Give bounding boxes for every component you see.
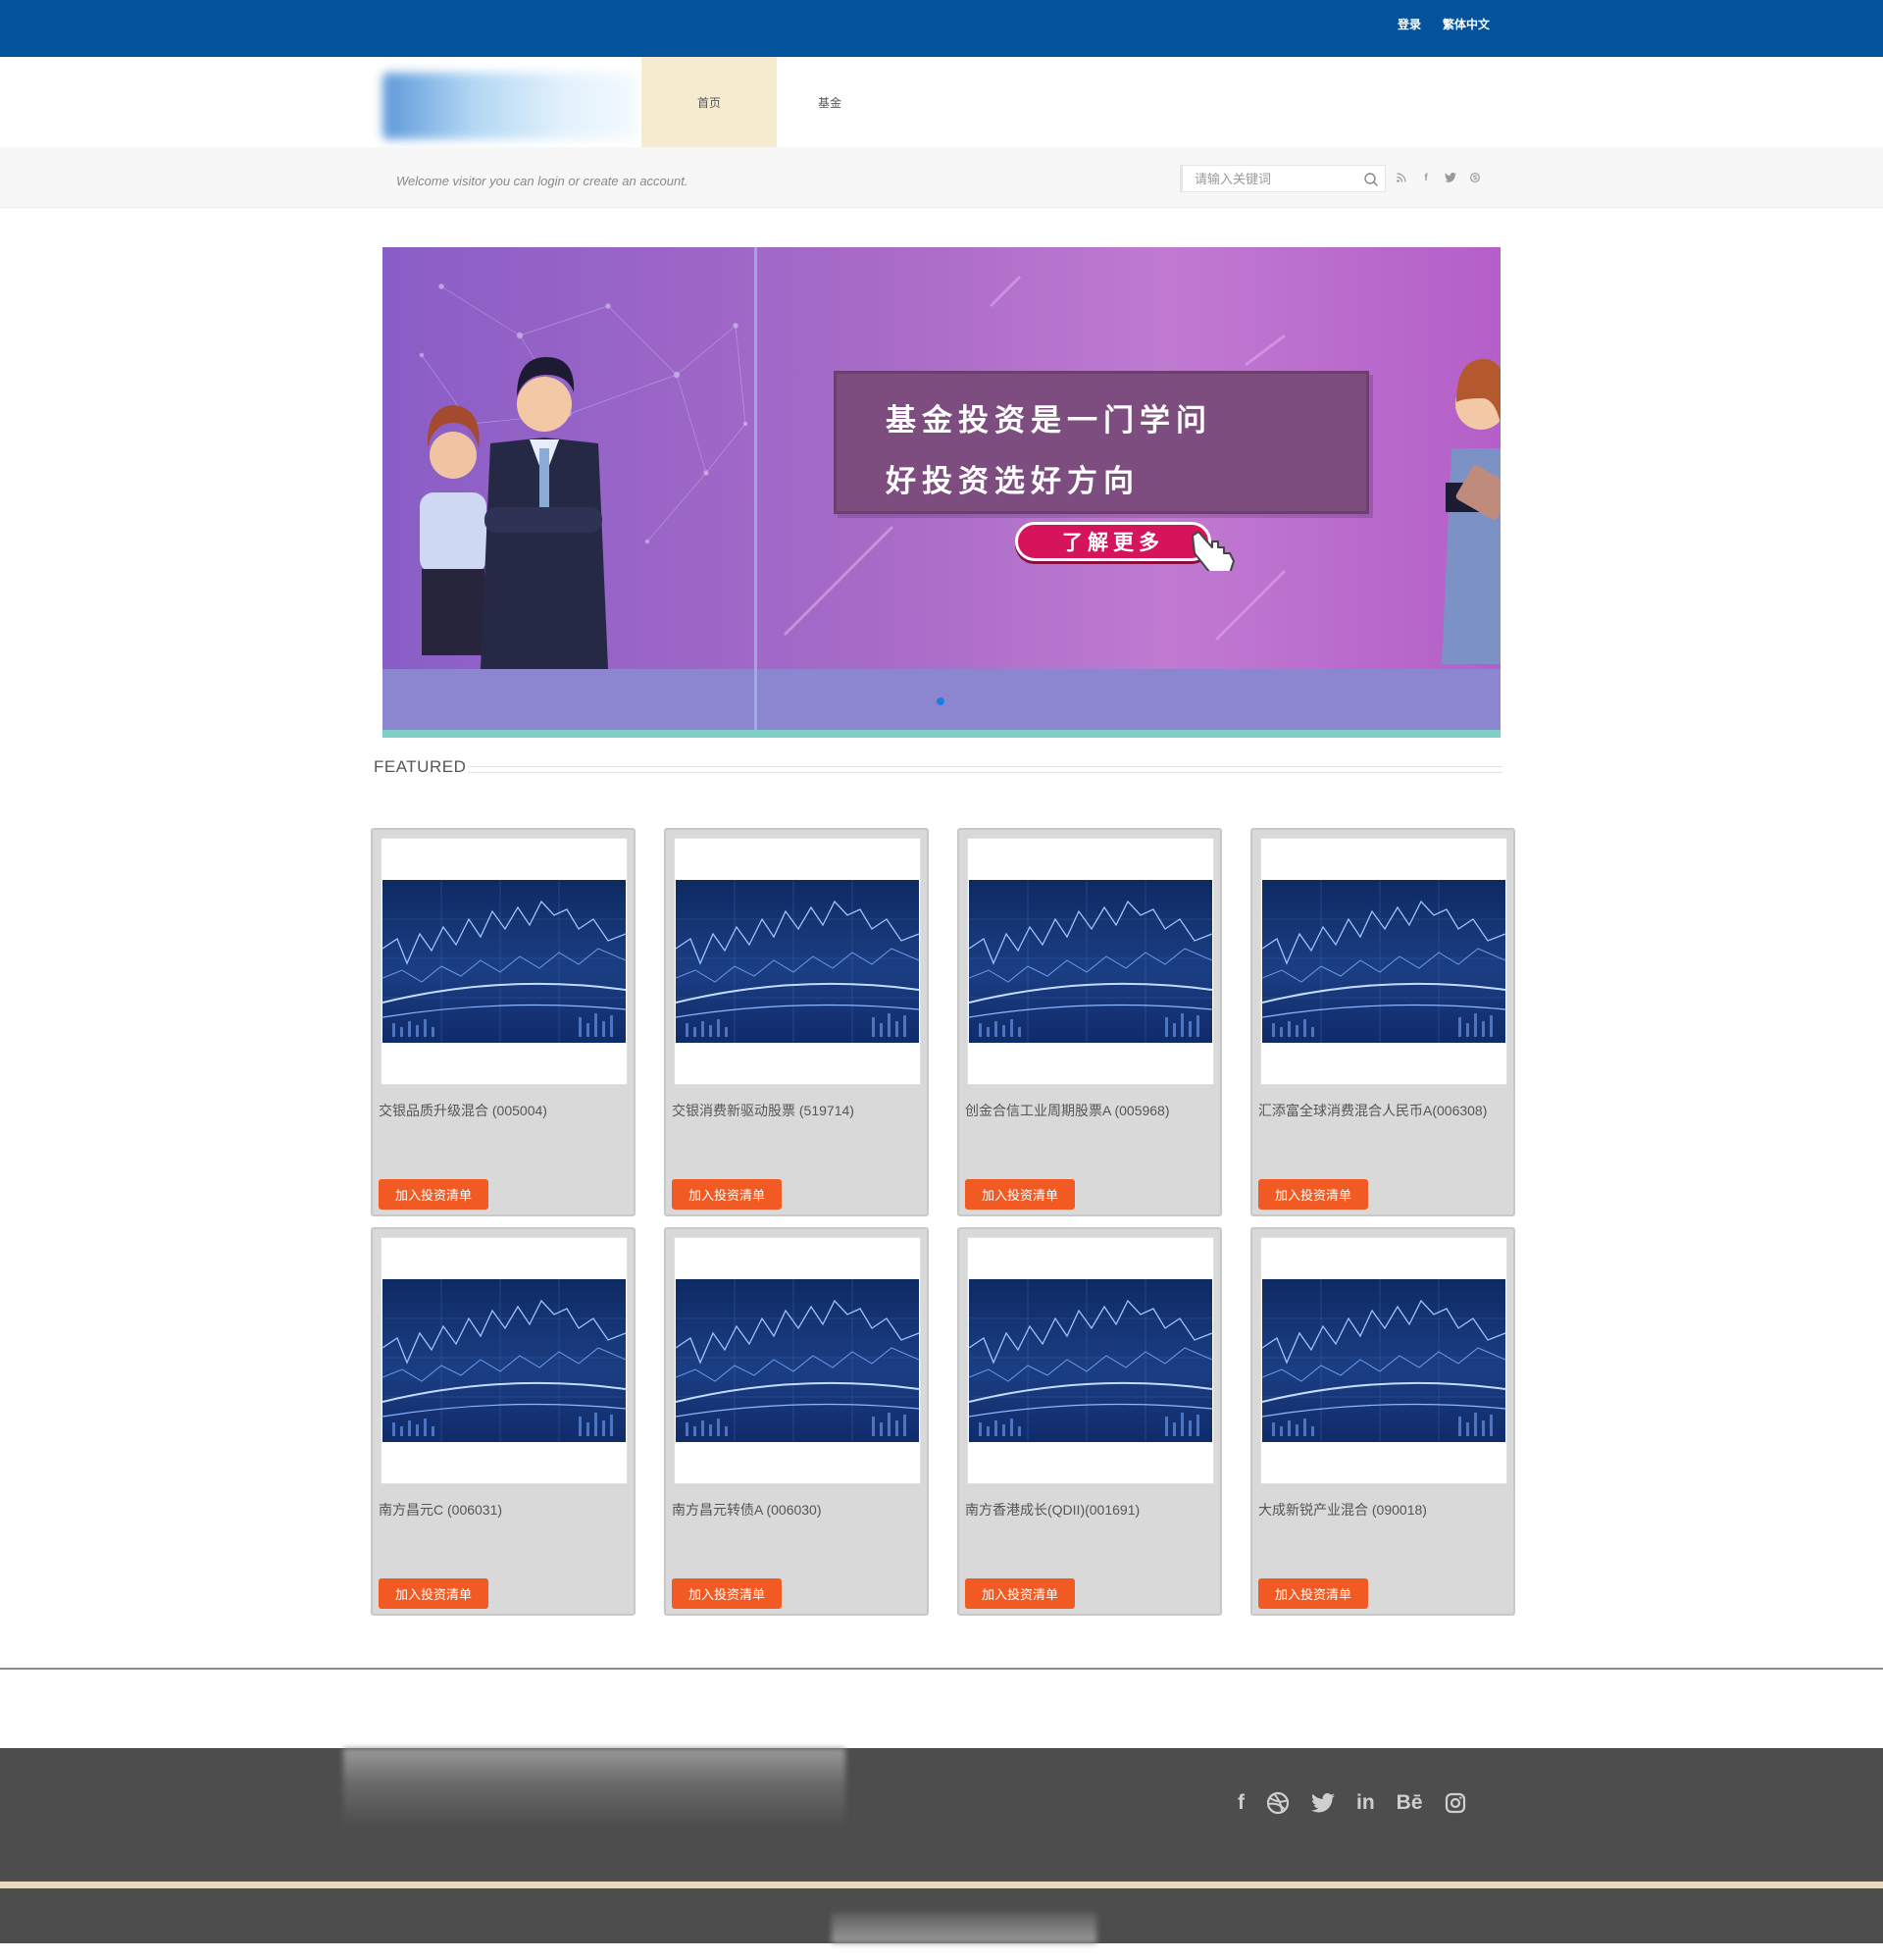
- product-name[interactable]: 南方昌元转债A (006030): [672, 1500, 923, 1520]
- content-divider: [0, 1668, 1883, 1670]
- top-links: 登录 繁体中文: [1398, 16, 1490, 32]
- product-name[interactable]: 大成新锐产业混合 (090018): [1258, 1500, 1509, 1520]
- banner-subheadline: 好投资选好方向: [886, 464, 1140, 499]
- product-name[interactable]: 交银消费新驱动股票 (519714): [672, 1101, 923, 1120]
- add-to-list-button[interactable]: 加入投资清单: [379, 1179, 488, 1210]
- product-name[interactable]: 南方香港成长(QDII)(001691): [965, 1500, 1216, 1520]
- product-card[interactable]: 南方昌元C (006031) 加入投资清单: [371, 1227, 636, 1616]
- product-thumbnail: [969, 1279, 1212, 1442]
- linkedin-icon[interactable]: in: [1356, 1791, 1375, 1815]
- product-image-frame[interactable]: [674, 1237, 921, 1484]
- instagram-icon[interactable]: [1445, 1791, 1466, 1815]
- product-card[interactable]: 南方昌元转债A (006030) 加入投资清单: [664, 1227, 929, 1616]
- product-card[interactable]: 汇添富全球消费混合人民币A(006308) 加入投资清单: [1250, 828, 1515, 1216]
- product-card[interactable]: 交银品质升级混合 (005004) 加入投资清单: [371, 828, 636, 1216]
- twitter-icon[interactable]: [1444, 171, 1457, 184]
- banner-accent-line: [382, 730, 1501, 738]
- product-thumbnail: [382, 880, 626, 1043]
- product-thumbnail: [969, 880, 1212, 1043]
- learn-more-button[interactable]: 了解更多: [1015, 522, 1211, 561]
- facebook-icon[interactable]: f: [1238, 1791, 1245, 1815]
- add-to-list-button[interactable]: 加入投资清单: [965, 1578, 1075, 1609]
- welcome-text: Welcome visitor you can login or create …: [396, 174, 688, 188]
- product-name[interactable]: 交银品质升级混合 (005004): [379, 1101, 630, 1120]
- product-grid: 交银品质升级混合 (005004) 加入投资清单 交银消费新驱动股票 (5197…: [371, 828, 1515, 1616]
- sub-footer: [0, 1888, 1883, 1943]
- twitter-icon[interactable]: [1311, 1791, 1335, 1815]
- product-thumbnail: [1262, 1279, 1505, 1442]
- login-link[interactable]: 登录: [1398, 16, 1421, 32]
- add-to-list-button[interactable]: 加入投资清单: [1258, 1179, 1368, 1210]
- product-image-frame[interactable]: [967, 1237, 1214, 1484]
- woman-figure-right: [1442, 359, 1501, 664]
- skype-icon[interactable]: [1468, 171, 1482, 184]
- main-nav: 首页 基金: [641, 57, 883, 147]
- top-bar: 登录 繁体中文: [0, 0, 1883, 57]
- copyright-area: [832, 1912, 1096, 1943]
- product-thumbnail: [676, 1279, 919, 1442]
- facebook-icon[interactable]: f: [1419, 171, 1433, 184]
- product-thumbnail: [676, 880, 919, 1043]
- nav-item-home[interactable]: 首页: [641, 57, 777, 147]
- product-card[interactable]: 大成新锐产业混合 (090018) 加入投资清单: [1250, 1227, 1515, 1616]
- hero-banner[interactable]: 基金投资是一门学问 好投资选好方向 了解更多: [382, 247, 1501, 738]
- pointer-hand-icon: [1192, 531, 1235, 571]
- product-image-frame[interactable]: [967, 838, 1214, 1085]
- product-card[interactable]: 交银消费新驱动股票 (519714) 加入投资清单: [664, 828, 929, 1216]
- nav-item-fund[interactable]: 基金: [777, 57, 883, 147]
- product-card[interactable]: 创金合信工业周期股票A (005968) 加入投资清单: [957, 828, 1222, 1216]
- product-name[interactable]: 汇添富全球消费混合人民币A(006308): [1258, 1101, 1509, 1120]
- product-image-frame[interactable]: [381, 1237, 628, 1484]
- rss-icon[interactable]: [1395, 171, 1408, 184]
- slider-dot-active[interactable]: [937, 697, 944, 705]
- welcome-strip: Welcome visitor you can login or create …: [0, 147, 1883, 208]
- search-icon[interactable]: [1363, 172, 1379, 187]
- behance-icon[interactable]: Bē: [1397, 1791, 1423, 1815]
- search-box: [1180, 165, 1386, 192]
- product-image-frame[interactable]: [1260, 1237, 1507, 1484]
- product-thumbnail: [1262, 880, 1505, 1043]
- add-to-list-button[interactable]: 加入投资清单: [965, 1179, 1075, 1210]
- featured-divider: [468, 766, 1502, 773]
- add-to-list-button[interactable]: 加入投资清单: [672, 1578, 782, 1609]
- add-to-list-button[interactable]: 加入投资清单: [379, 1578, 488, 1609]
- product-image-frame[interactable]: [674, 838, 921, 1085]
- footer: f in Bē: [0, 1748, 1883, 1883]
- banner-headline-board: 基金投资是一门学问 好投资选好方向: [834, 371, 1369, 514]
- add-to-list-button[interactable]: 加入投资清单: [1258, 1578, 1368, 1609]
- product-name[interactable]: 创金合信工业周期股票A (005968): [965, 1101, 1216, 1120]
- add-to-list-button[interactable]: 加入投资清单: [672, 1179, 782, 1210]
- dribbble-icon[interactable]: [1266, 1791, 1290, 1815]
- banner-headline: 基金投资是一门学问: [886, 403, 1212, 438]
- header: 首页 基金: [0, 57, 1883, 147]
- banner-divider: [754, 247, 757, 730]
- header-social-links: f: [1395, 171, 1482, 184]
- language-switch-link[interactable]: 繁体中文: [1443, 16, 1490, 32]
- footer-logo: [343, 1748, 845, 1827]
- product-thumbnail: [382, 1279, 626, 1442]
- product-image-frame[interactable]: [381, 838, 628, 1085]
- product-image-frame[interactable]: [1260, 838, 1507, 1085]
- footer-rule: [0, 1882, 1883, 1888]
- search-input[interactable]: [1183, 166, 1354, 191]
- product-card[interactable]: 南方香港成长(QDII)(001691) 加入投资清单: [957, 1227, 1222, 1616]
- site-logo[interactable]: [382, 73, 637, 139]
- featured-heading: FEATURED: [374, 757, 467, 776]
- footer-social-links: f in Bē: [1238, 1791, 1493, 1815]
- product-name[interactable]: 南方昌元C (006031): [379, 1500, 630, 1520]
